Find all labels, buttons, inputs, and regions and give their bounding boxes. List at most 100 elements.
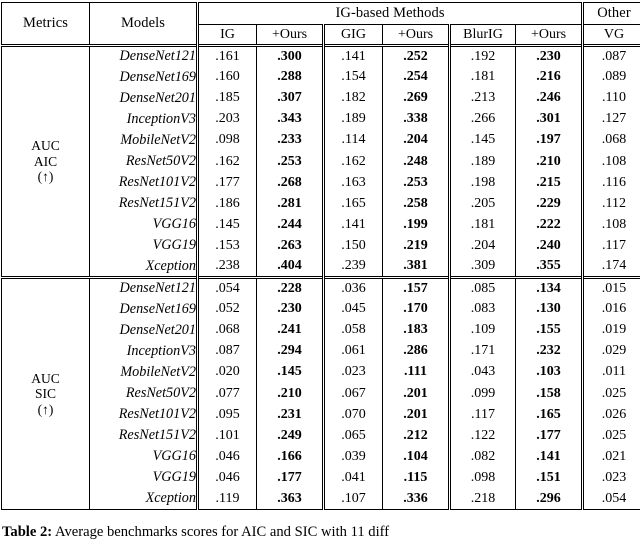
- value-cell: .016: [583, 299, 640, 320]
- model-name-cell: DenseNet169: [90, 299, 198, 320]
- table-row: ResNet50V2.162.253.162.248.189.210.108: [2, 151, 640, 172]
- table-row: ResNet101V2.095.231.070.201.117.165.026: [2, 404, 640, 425]
- value-cell: .041: [324, 467, 383, 488]
- model-name-cell: DenseNet121: [90, 278, 198, 299]
- value-cell: .181: [450, 67, 516, 88]
- value-cell: .301: [516, 109, 583, 130]
- table-row: InceptionV3.087.294.061.286.171.232.029: [2, 341, 640, 362]
- metric-label-line: AUC: [2, 138, 89, 154]
- value-cell: .213: [450, 88, 516, 109]
- value-cell: .263: [257, 235, 324, 256]
- value-cell: .130: [516, 299, 583, 320]
- value-cell: .115: [383, 467, 450, 488]
- value-cell: .046: [198, 446, 257, 467]
- value-cell: .015: [583, 278, 640, 299]
- table-row: DenseNet169.160.288.154.254.181.216.089: [2, 67, 640, 88]
- subheader-gig-ours: +Ours: [383, 25, 450, 46]
- value-cell: .343: [257, 109, 324, 130]
- value-cell: .232: [516, 341, 583, 362]
- value-cell: .141: [324, 46, 383, 67]
- value-cell: .183: [383, 320, 450, 341]
- table-row: AUCSIC(↑)DenseNet121.054.228.036.157.085…: [2, 278, 640, 299]
- value-cell: .117: [450, 404, 516, 425]
- value-cell: .052: [198, 299, 257, 320]
- table-row: VGG19.046.177.041.115.098.151.023: [2, 467, 640, 488]
- model-name-cell: ResNet101V2: [90, 404, 198, 425]
- value-cell: .230: [257, 299, 324, 320]
- value-cell: .199: [383, 214, 450, 235]
- model-name-cell: Xception: [90, 256, 198, 277]
- value-cell: .019: [583, 320, 640, 341]
- value-cell: .161: [198, 46, 257, 67]
- subheader-gig: GIG: [324, 25, 383, 46]
- value-cell: .023: [324, 362, 383, 383]
- figure-caption: Table 2: Average benchmarks scores for A…: [2, 524, 638, 541]
- value-cell: .095: [198, 404, 257, 425]
- value-cell: .307: [257, 88, 324, 109]
- value-cell: .098: [198, 130, 257, 151]
- model-name-cell: VGG19: [90, 235, 198, 256]
- value-cell: .157: [383, 278, 450, 299]
- value-cell: .222: [516, 214, 583, 235]
- value-cell: .155: [516, 320, 583, 341]
- model-name-cell: DenseNet169: [90, 67, 198, 88]
- value-cell: .244: [257, 214, 324, 235]
- value-cell: .082: [450, 446, 516, 467]
- value-cell: .181: [450, 214, 516, 235]
- value-cell: .197: [516, 130, 583, 151]
- value-cell: .177: [257, 467, 324, 488]
- table-row: VGG16.145.244.141.199.181.222.108: [2, 214, 640, 235]
- value-cell: .108: [583, 151, 640, 172]
- value-cell: .203: [198, 109, 257, 130]
- value-cell: .171: [450, 341, 516, 362]
- value-cell: .186: [198, 193, 257, 214]
- value-cell: .381: [383, 256, 450, 277]
- table-row: MobileNetV2.098.233.114.204.145.197.068: [2, 130, 640, 151]
- value-cell: .162: [198, 151, 257, 172]
- subheader-vg: VG: [583, 25, 640, 46]
- value-cell: .150: [324, 235, 383, 256]
- value-cell: .231: [257, 404, 324, 425]
- value-cell: .215: [516, 172, 583, 193]
- value-cell: .098: [450, 467, 516, 488]
- value-cell: .404: [257, 256, 324, 277]
- value-cell: .103: [516, 362, 583, 383]
- model-name-cell: ResNet50V2: [90, 383, 198, 404]
- model-name-cell: DenseNet121: [90, 46, 198, 67]
- value-cell: .166: [257, 446, 324, 467]
- value-cell: .023: [583, 467, 640, 488]
- value-cell: .134: [516, 278, 583, 299]
- value-cell: .068: [583, 130, 640, 151]
- model-name-cell: ResNet50V2: [90, 151, 198, 172]
- value-cell: .145: [198, 214, 257, 235]
- metric-label-line: SIC: [2, 386, 89, 402]
- model-name-cell: DenseNet201: [90, 320, 198, 341]
- table-row: ResNet151V2.101.249.065.212.122.177.025: [2, 425, 640, 446]
- value-cell: .210: [516, 151, 583, 172]
- value-cell: .104: [383, 446, 450, 467]
- header-row-groups: Metrics Models IG-based Methods Other: [2, 3, 640, 25]
- value-cell: .108: [583, 214, 640, 235]
- value-cell: .101: [198, 425, 257, 446]
- table-row: DenseNet201.068.241.058.183.109.155.019: [2, 320, 640, 341]
- model-name-cell: MobileNetV2: [90, 362, 198, 383]
- value-cell: .043: [450, 362, 516, 383]
- value-cell: .266: [450, 109, 516, 130]
- value-cell: .241: [257, 320, 324, 341]
- table-row: VGG16.046.166.039.104.082.141.021: [2, 446, 640, 467]
- metric-label-line: (↑): [2, 402, 89, 418]
- table-row: DenseNet201.185.307.182.269.213.246.110: [2, 88, 640, 109]
- value-cell: .249: [257, 425, 324, 446]
- value-cell: .239: [324, 256, 383, 277]
- table-body: AUCAIC(↑)DenseNet121.161.300.141.252.192…: [2, 46, 640, 510]
- value-cell: .070: [324, 404, 383, 425]
- value-cell: .246: [516, 88, 583, 109]
- value-cell: .067: [324, 383, 383, 404]
- value-cell: .011: [583, 362, 640, 383]
- value-cell: .177: [198, 172, 257, 193]
- value-cell: .281: [257, 193, 324, 214]
- table-row: ResNet101V2.177.268.163.253.198.215.116: [2, 172, 640, 193]
- value-cell: .085: [450, 278, 516, 299]
- paper-table-figure: Metrics Models IG-based Methods Other IG…: [0, 0, 640, 539]
- benchmark-table: Metrics Models IG-based Methods Other IG…: [1, 2, 640, 510]
